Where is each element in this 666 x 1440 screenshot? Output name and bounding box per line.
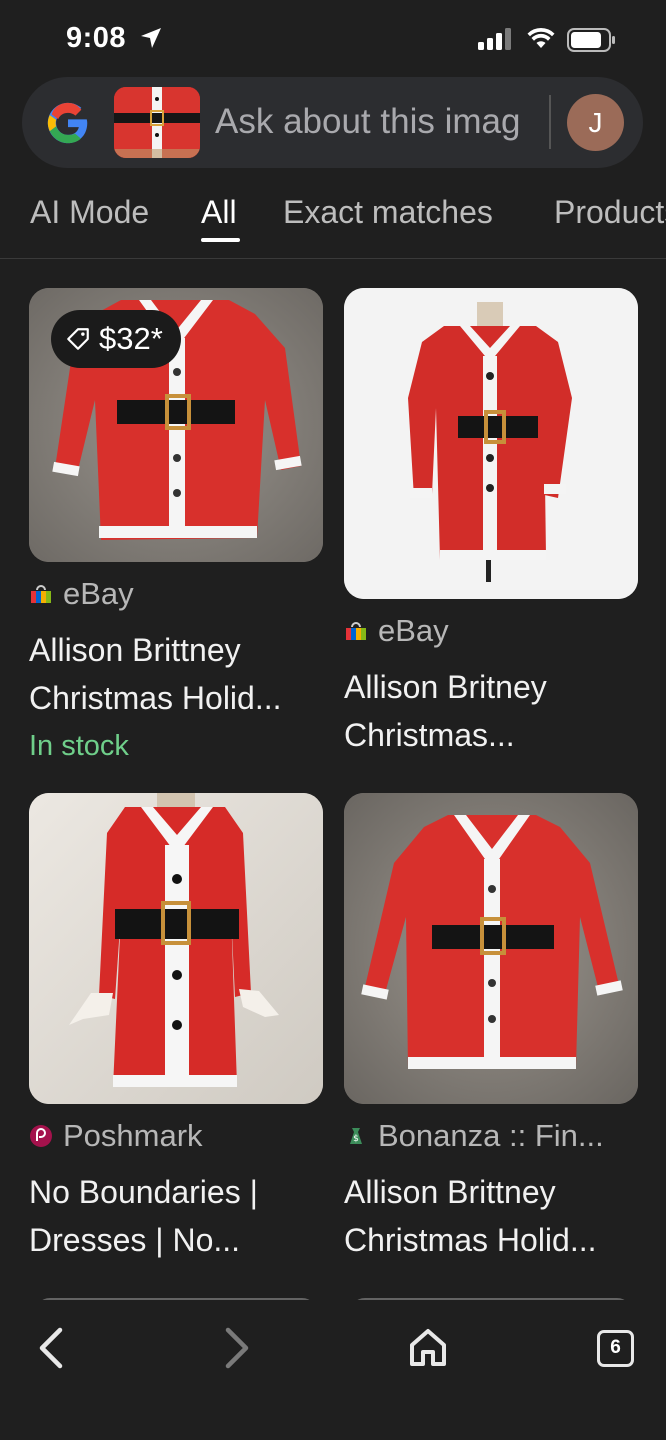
result-source[interactable]: $ Bonanza :: Fin... — [344, 1118, 604, 1154]
result-title[interactable]: No Boundaries | Dresses | No... — [29, 1168, 329, 1264]
active-tab-indicator — [201, 238, 240, 242]
result-source[interactable]: Poshmark — [29, 1118, 203, 1154]
tabs-icon[interactable]: 6 — [597, 1330, 634, 1367]
result-title[interactable]: Allison Brittney Christmas Holid... — [344, 1168, 644, 1264]
price-tag-icon — [67, 328, 89, 350]
ebay-bag-icon — [31, 585, 51, 603]
search-query[interactable]: Ask about this imag — [215, 102, 545, 142]
poshmark-icon — [30, 1125, 52, 1147]
search-image-thumbnail[interactable] — [114, 87, 200, 158]
price-text: $32* — [99, 321, 163, 356]
result-title-line: No Boundaries | — [29, 1174, 258, 1210]
result-title-line: Allison Britney — [344, 669, 547, 705]
result-image[interactable]: $32* — [29, 288, 323, 562]
bottom-nav: 6 — [0, 1300, 666, 1440]
result-source-name: Bonanza :: Fin... — [378, 1118, 604, 1153]
forward-icon[interactable] — [222, 1326, 252, 1370]
result-source-name: eBay — [378, 613, 449, 648]
signal-icon — [478, 28, 511, 50]
tab-exact-matches[interactable]: Exact matches — [283, 194, 493, 231]
result-source-name: eBay — [63, 576, 134, 611]
result-image[interactable] — [344, 288, 638, 599]
result-title-line: Dresses | No... — [29, 1222, 241, 1258]
result-title-line: Christmas... — [344, 717, 515, 753]
status-bar: 9:08 — [0, 0, 666, 80]
result-source-name: Poshmark — [63, 1118, 203, 1153]
svg-text:$: $ — [353, 1134, 359, 1144]
result-title-line: Allison Brittney — [344, 1174, 556, 1210]
tab-all[interactable]: All — [201, 194, 237, 231]
result-title-line: Christmas Holid... — [344, 1222, 597, 1258]
search-tabs: AI Mode All Exact matches Products — [0, 186, 666, 256]
result-image[interactable] — [29, 793, 323, 1104]
battery-icon — [567, 28, 615, 52]
back-icon[interactable] — [36, 1326, 66, 1370]
wifi-icon — [527, 27, 555, 48]
avatar[interactable]: J — [567, 94, 624, 151]
tab-products[interactable]: Products — [554, 194, 666, 231]
price-badge: $32* — [51, 310, 181, 368]
ebay-bag-icon — [346, 622, 366, 640]
result-image[interactable] — [344, 793, 638, 1104]
location-arrow-icon — [141, 28, 161, 48]
result-title-line: Christmas Holid... — [29, 680, 282, 716]
search-bar[interactable]: Ask about this imag J — [22, 77, 643, 168]
result-source[interactable]: eBay — [344, 613, 449, 649]
google-g-logo — [47, 102, 88, 144]
bonanza-icon: $ — [350, 1128, 362, 1144]
result-source[interactable]: eBay — [29, 576, 134, 612]
result-title[interactable]: Allison Britney Christmas... — [344, 663, 644, 759]
result-title[interactable]: Allison Brittney Christmas Holid... — [29, 626, 329, 722]
tabs-divider — [0, 258, 666, 259]
home-icon[interactable] — [408, 1328, 448, 1368]
text-cursor — [549, 95, 551, 149]
stock-status: In stock — [29, 730, 129, 762]
tab-ai-mode[interactable]: AI Mode — [30, 194, 149, 231]
status-time: 9:08 — [66, 22, 127, 54]
result-title-line: Allison Brittney — [29, 632, 241, 668]
